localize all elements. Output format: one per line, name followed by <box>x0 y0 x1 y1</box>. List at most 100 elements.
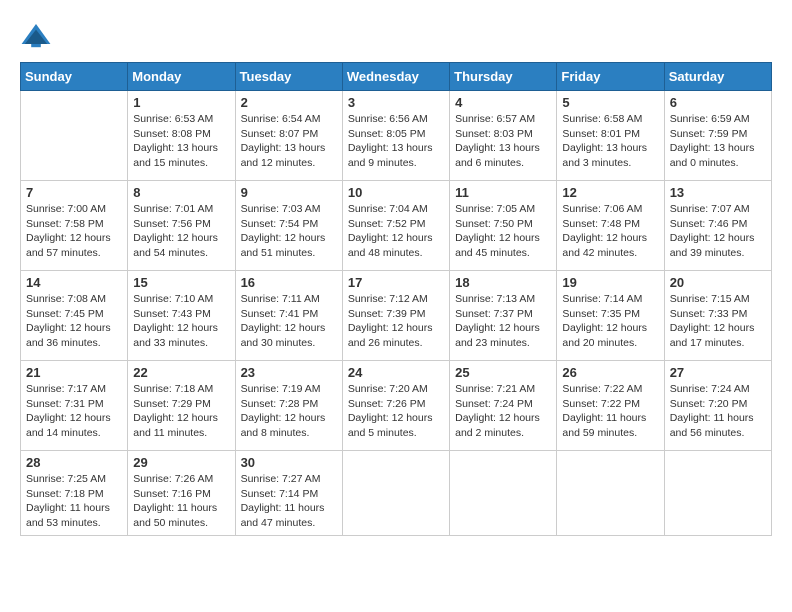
day-info: Sunrise: 7:14 AM Sunset: 7:35 PM Dayligh… <box>562 292 658 351</box>
calendar-cell: 23 Sunrise: 7:19 AM Sunset: 7:28 PM Dayli… <box>235 361 342 451</box>
day-number: 25 <box>455 365 551 380</box>
calendar-body: 1 Sunrise: 6:53 AM Sunset: 8:08 PM Daylig… <box>21 91 772 536</box>
day-number: 28 <box>26 455 122 470</box>
calendar-cell: 22 Sunrise: 7:18 AM Sunset: 7:29 PM Dayli… <box>128 361 235 451</box>
day-number: 13 <box>670 185 766 200</box>
day-number: 10 <box>348 185 444 200</box>
day-info: Sunrise: 7:10 AM Sunset: 7:43 PM Dayligh… <box>133 292 229 351</box>
calendar-header: SundayMondayTuesdayWednesdayThursdayFrid… <box>21 63 772 91</box>
day-info: Sunrise: 6:53 AM Sunset: 8:08 PM Dayligh… <box>133 112 229 171</box>
day-number: 7 <box>26 185 122 200</box>
calendar-cell: 5 Sunrise: 6:58 AM Sunset: 8:01 PM Daylig… <box>557 91 664 181</box>
calendar-cell: 20 Sunrise: 7:15 AM Sunset: 7:33 PM Dayli… <box>664 271 771 361</box>
calendar-cell: 21Sunrise: 7:17 AM Sunset: 7:31 PM Dayli… <box>21 361 128 451</box>
day-number: 1 <box>133 95 229 110</box>
day-number: 30 <box>241 455 337 470</box>
day-number: 3 <box>348 95 444 110</box>
day-number: 19 <box>562 275 658 290</box>
day-info: Sunrise: 6:54 AM Sunset: 8:07 PM Dayligh… <box>241 112 337 171</box>
logo <box>20 20 56 52</box>
calendar-cell: 14Sunrise: 7:08 AM Sunset: 7:45 PM Dayli… <box>21 271 128 361</box>
calendar-cell: 11 Sunrise: 7:05 AM Sunset: 7:50 PM Dayli… <box>450 181 557 271</box>
logo-icon <box>20 20 52 52</box>
header <box>20 20 772 52</box>
day-info: Sunrise: 7:07 AM Sunset: 7:46 PM Dayligh… <box>670 202 766 261</box>
calendar-cell: 19 Sunrise: 7:14 AM Sunset: 7:35 PM Dayli… <box>557 271 664 361</box>
calendar-cell: 28 Sunrise: 7:25 AM Sunset: 7:18 PM Dayli… <box>21 451 128 536</box>
day-info: Sunrise: 7:19 AM Sunset: 7:28 PM Dayligh… <box>241 382 337 441</box>
day-number: 4 <box>455 95 551 110</box>
calendar-week-3: 21Sunrise: 7:17 AM Sunset: 7:31 PM Dayli… <box>21 361 772 451</box>
day-number: 20 <box>670 275 766 290</box>
day-info: Sunrise: 7:15 AM Sunset: 7:33 PM Dayligh… <box>670 292 766 351</box>
day-info: Sunrise: 7:24 AM Sunset: 7:20 PM Dayligh… <box>670 382 766 441</box>
day-number: 8 <box>133 185 229 200</box>
header-row: SundayMondayTuesdayWednesdayThursdayFrid… <box>21 63 772 91</box>
day-number: 21 <box>26 365 122 380</box>
day-info: Sunrise: 6:56 AM Sunset: 8:05 PM Dayligh… <box>348 112 444 171</box>
day-info: Sunrise: 7:27 AM Sunset: 7:14 PM Dayligh… <box>241 472 337 531</box>
day-info: Sunrise: 7:18 AM Sunset: 7:29 PM Dayligh… <box>133 382 229 441</box>
calendar-week-4: 28 Sunrise: 7:25 AM Sunset: 7:18 PM Dayli… <box>21 451 772 536</box>
calendar-cell: 13 Sunrise: 7:07 AM Sunset: 7:46 PM Dayli… <box>664 181 771 271</box>
calendar-cell: 24Sunrise: 7:20 AM Sunset: 7:26 PM Dayli… <box>342 361 449 451</box>
day-number: 16 <box>241 275 337 290</box>
day-info: Sunrise: 7:13 AM Sunset: 7:37 PM Dayligh… <box>455 292 551 351</box>
calendar-cell: 18Sunrise: 7:13 AM Sunset: 7:37 PM Dayli… <box>450 271 557 361</box>
day-number: 2 <box>241 95 337 110</box>
day-number: 22 <box>133 365 229 380</box>
day-number: 12 <box>562 185 658 200</box>
calendar-cell: 16Sunrise: 7:11 AM Sunset: 7:41 PM Dayli… <box>235 271 342 361</box>
day-number: 14 <box>26 275 122 290</box>
calendar-week-2: 14Sunrise: 7:08 AM Sunset: 7:45 PM Dayli… <box>21 271 772 361</box>
calendar-cell: 30 Sunrise: 7:27 AM Sunset: 7:14 PM Dayli… <box>235 451 342 536</box>
day-header-saturday: Saturday <box>664 63 771 91</box>
day-info: Sunrise: 7:04 AM Sunset: 7:52 PM Dayligh… <box>348 202 444 261</box>
calendar-week-0: 1 Sunrise: 6:53 AM Sunset: 8:08 PM Daylig… <box>21 91 772 181</box>
calendar-cell <box>450 451 557 536</box>
day-info: Sunrise: 7:22 AM Sunset: 7:22 PM Dayligh… <box>562 382 658 441</box>
calendar-cell: 4 Sunrise: 6:57 AM Sunset: 8:03 PM Daylig… <box>450 91 557 181</box>
calendar-cell: 27 Sunrise: 7:24 AM Sunset: 7:20 PM Dayli… <box>664 361 771 451</box>
day-number: 17 <box>348 275 444 290</box>
calendar-cell <box>664 451 771 536</box>
calendar-cell: 2 Sunrise: 6:54 AM Sunset: 8:07 PM Daylig… <box>235 91 342 181</box>
day-header-sunday: Sunday <box>21 63 128 91</box>
day-number: 15 <box>133 275 229 290</box>
day-info: Sunrise: 7:05 AM Sunset: 7:50 PM Dayligh… <box>455 202 551 261</box>
day-number: 5 <box>562 95 658 110</box>
day-info: Sunrise: 7:25 AM Sunset: 7:18 PM Dayligh… <box>26 472 122 531</box>
day-info: Sunrise: 6:57 AM Sunset: 8:03 PM Dayligh… <box>455 112 551 171</box>
calendar-cell: 29Sunrise: 7:26 AM Sunset: 7:16 PM Dayli… <box>128 451 235 536</box>
calendar-cell: 7 Sunrise: 7:00 AM Sunset: 7:58 PM Daylig… <box>21 181 128 271</box>
day-number: 24 <box>348 365 444 380</box>
day-number: 11 <box>455 185 551 200</box>
calendar-cell: 6 Sunrise: 6:59 AM Sunset: 7:59 PM Daylig… <box>664 91 771 181</box>
day-info: Sunrise: 7:00 AM Sunset: 7:58 PM Dayligh… <box>26 202 122 261</box>
calendar-cell: 12Sunrise: 7:06 AM Sunset: 7:48 PM Dayli… <box>557 181 664 271</box>
day-header-thursday: Thursday <box>450 63 557 91</box>
calendar-cell: 17 Sunrise: 7:12 AM Sunset: 7:39 PM Dayli… <box>342 271 449 361</box>
day-number: 26 <box>562 365 658 380</box>
calendar-cell: 8Sunrise: 7:01 AM Sunset: 7:56 PM Daylig… <box>128 181 235 271</box>
day-number: 6 <box>670 95 766 110</box>
calendar-cell: 3 Sunrise: 6:56 AM Sunset: 8:05 PM Daylig… <box>342 91 449 181</box>
day-number: 27 <box>670 365 766 380</box>
day-info: Sunrise: 7:26 AM Sunset: 7:16 PM Dayligh… <box>133 472 229 531</box>
day-info: Sunrise: 6:58 AM Sunset: 8:01 PM Dayligh… <box>562 112 658 171</box>
day-info: Sunrise: 7:03 AM Sunset: 7:54 PM Dayligh… <box>241 202 337 261</box>
calendar-cell: 25Sunrise: 7:21 AM Sunset: 7:24 PM Dayli… <box>450 361 557 451</box>
day-info: Sunrise: 7:12 AM Sunset: 7:39 PM Dayligh… <box>348 292 444 351</box>
calendar: SundayMondayTuesdayWednesdayThursdayFrid… <box>20 62 772 536</box>
day-header-wednesday: Wednesday <box>342 63 449 91</box>
day-number: 9 <box>241 185 337 200</box>
calendar-week-1: 7 Sunrise: 7:00 AM Sunset: 7:58 PM Daylig… <box>21 181 772 271</box>
day-number: 23 <box>241 365 337 380</box>
calendar-cell <box>21 91 128 181</box>
calendar-cell <box>557 451 664 536</box>
calendar-cell: 9 Sunrise: 7:03 AM Sunset: 7:54 PM Daylig… <box>235 181 342 271</box>
calendar-cell <box>342 451 449 536</box>
day-info: Sunrise: 6:59 AM Sunset: 7:59 PM Dayligh… <box>670 112 766 171</box>
calendar-cell: 15 Sunrise: 7:10 AM Sunset: 7:43 PM Dayli… <box>128 271 235 361</box>
calendar-cell: 26 Sunrise: 7:22 AM Sunset: 7:22 PM Dayli… <box>557 361 664 451</box>
